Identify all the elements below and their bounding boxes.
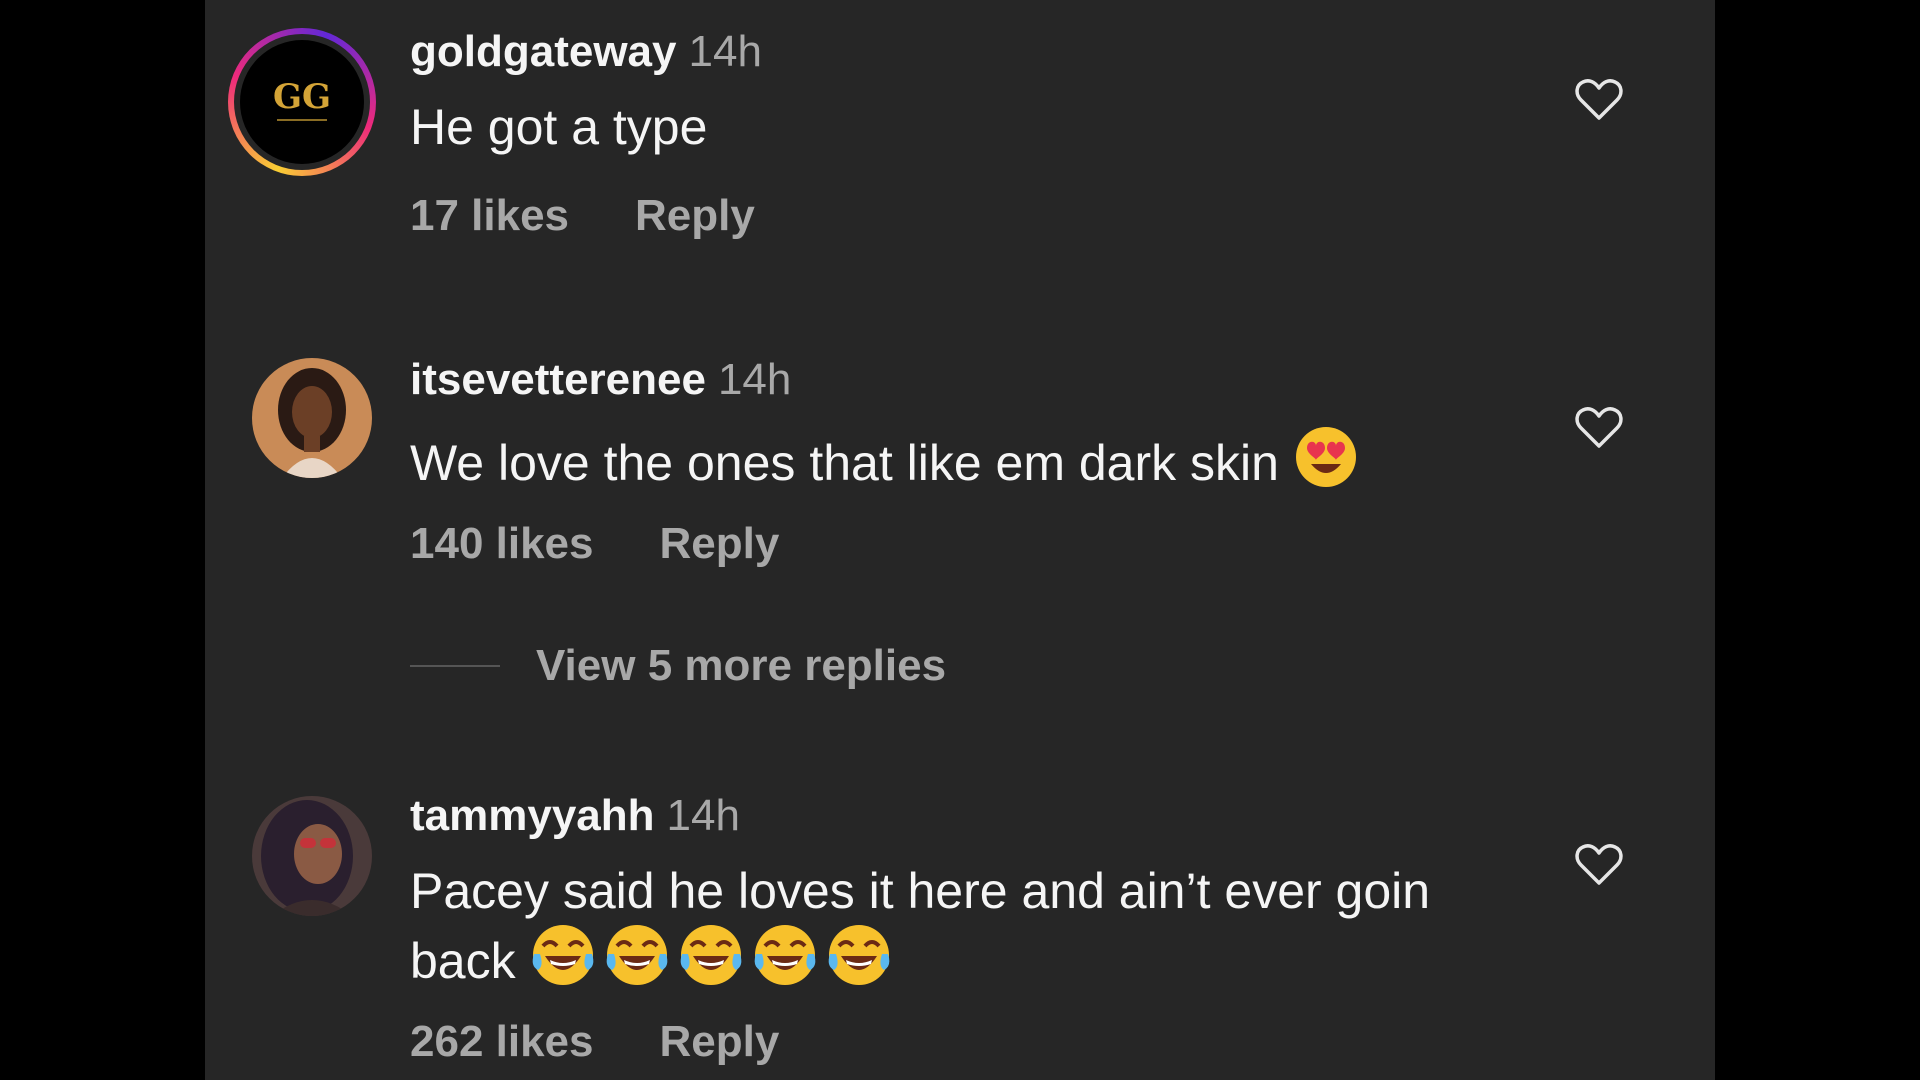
- tears-of-joy-emoji: [606, 925, 667, 985]
- heart-outline-icon[interactable]: [1575, 77, 1623, 121]
- tears-of-joy-emoji: [532, 925, 593, 985]
- comment-username[interactable]: itsevetterenee: [410, 355, 706, 404]
- heart-eyes-emoji: [1295, 427, 1356, 487]
- comment-meta: 262 likes Reply: [410, 1016, 779, 1068]
- comment-meta: 17 likes Reply: [410, 190, 755, 242]
- comment-header: tammyyahh 14h: [410, 790, 740, 842]
- comment-username[interactable]: goldgateway: [410, 27, 677, 76]
- comment-text: We love the ones that like em dark skin: [410, 424, 1490, 494]
- reply-thread-line: [410, 665, 500, 667]
- heart-outline-icon[interactable]: [1575, 842, 1623, 886]
- comment-timestamp: 14h: [717, 355, 792, 404]
- view-more-replies-button[interactable]: View 5 more replies: [410, 640, 946, 692]
- gold-gateway-logo: GG: [240, 40, 364, 164]
- user-photo: [252, 358, 372, 478]
- view-more-replies-label: View 5 more replies: [536, 641, 947, 690]
- heart-outline-icon[interactable]: [1575, 405, 1623, 449]
- comment-username[interactable]: tammyyahh: [410, 791, 655, 840]
- avatar[interactable]: [252, 358, 372, 478]
- gold-gateway-logo-mark: GG: [273, 77, 331, 121]
- comment-text: He got a type: [410, 96, 1490, 158]
- tears-of-joy-emoji: [680, 925, 741, 985]
- comment-header: itsevetterenee 14h: [410, 354, 791, 406]
- reply-button[interactable]: Reply: [660, 519, 780, 568]
- avatar-story-ring[interactable]: GG: [228, 28, 376, 176]
- comment-meta: 140 likes Reply: [410, 518, 779, 570]
- likes-count[interactable]: 17 likes: [410, 191, 569, 240]
- reply-button[interactable]: Reply: [635, 191, 755, 240]
- comment-text-content: We love the ones that like em dark skin: [410, 435, 1279, 491]
- tears-of-joy-emoji: [754, 925, 815, 985]
- comment-header: goldgateway 14h: [410, 26, 762, 78]
- tears-of-joy-emoji: [828, 925, 889, 985]
- comment-timestamp: 14h: [688, 27, 762, 76]
- likes-count[interactable]: 140 likes: [410, 519, 594, 568]
- user-photo: [252, 796, 372, 916]
- avatar[interactable]: [252, 796, 372, 916]
- comment-text: Pacey said he loves it here and ain’t ev…: [410, 860, 1490, 992]
- likes-count[interactable]: 262 likes: [410, 1017, 594, 1066]
- svg-text:GG: GG: [273, 77, 331, 117]
- comments-panel: GG goldgateway 14h He got a type 17 likes…: [205, 0, 1715, 1080]
- comment-timestamp: 14h: [666, 791, 740, 840]
- reply-button[interactable]: Reply: [660, 1017, 780, 1066]
- comment-text-content: He got a type: [410, 99, 708, 155]
